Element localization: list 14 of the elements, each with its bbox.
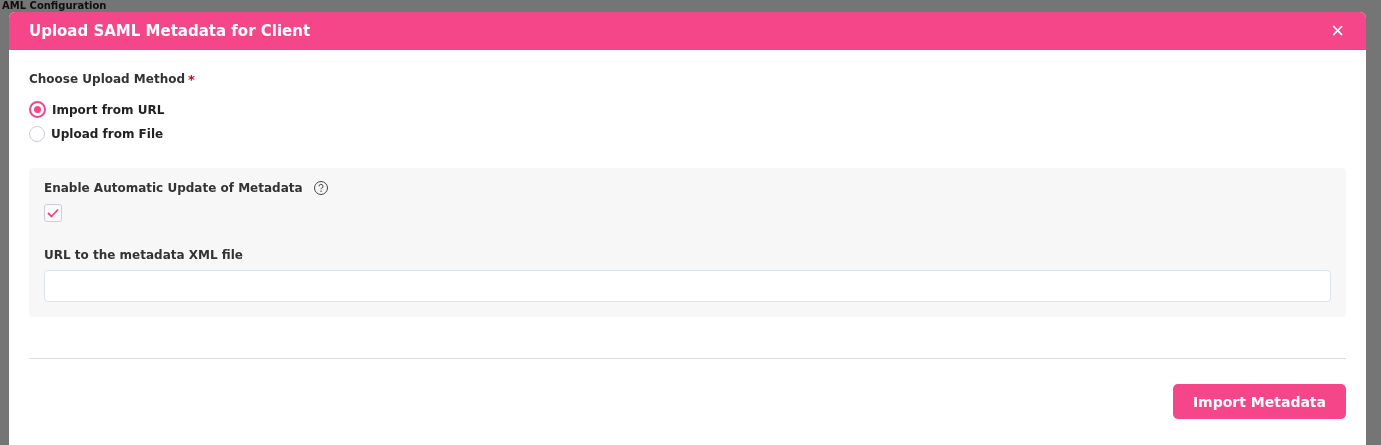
checkmark-icon bbox=[47, 208, 59, 218]
url-input-field[interactable] bbox=[44, 270, 1331, 302]
dialog-title: Upload SAML Metadata for Client bbox=[29, 22, 311, 40]
field-label: URL to the metadata XML file bbox=[44, 248, 243, 262]
required-mark: * bbox=[188, 72, 195, 87]
field-label: Choose Upload Method bbox=[29, 72, 186, 86]
radio-button[interactable] bbox=[29, 126, 45, 142]
radio-button[interactable] bbox=[29, 101, 46, 118]
help-icon[interactable] bbox=[312, 180, 329, 196]
field-label: Enable Automatic Update of Metadata bbox=[44, 181, 303, 195]
page-heading: AML Configuration bbox=[2, 0, 107, 12]
checkbox[interactable] bbox=[44, 204, 62, 222]
radio-label[interactable]: Upload from File bbox=[51, 127, 164, 141]
radio-label[interactable]: Import from URL bbox=[52, 102, 165, 117]
